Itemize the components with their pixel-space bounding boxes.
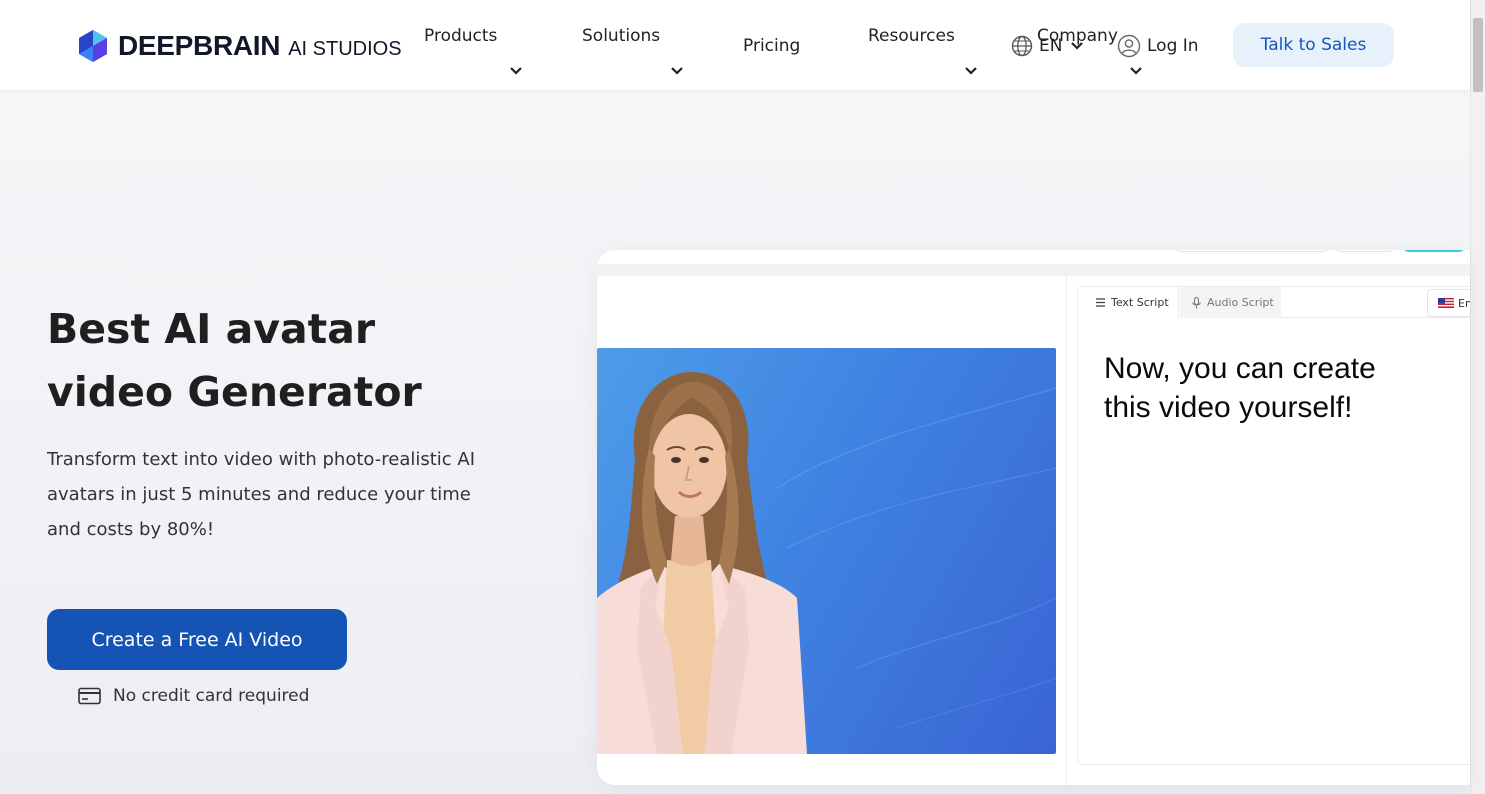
nav-solutions[interactable]: Solutions — [582, 26, 686, 82]
credit-card-icon — [78, 687, 101, 705]
nav-resources[interactable]: Resources — [868, 26, 982, 82]
nav-solutions-label: Solutions — [582, 26, 661, 46]
globe-icon — [1011, 35, 1033, 57]
login-label: Log In — [1147, 36, 1199, 56]
script-language-label: En — [1458, 296, 1470, 310]
talk-to-sales-button[interactable]: Talk to Sales — [1233, 23, 1394, 67]
chevron-down-icon — [964, 66, 978, 76]
avatar-video-preview — [597, 348, 1056, 754]
hero-description-line: and costs by 80%! — [47, 519, 215, 540]
script-text-line: this video yourself! — [1104, 391, 1353, 424]
product-preview: Text Script Audio Script En Now, you can… — [597, 250, 1470, 785]
toolbar-pill — [1335, 250, 1395, 252]
hero-description-line: avatars in just 5 minutes and reduce you… — [47, 484, 471, 505]
chevron-down-icon — [1071, 42, 1084, 50]
hero-title: Best AI avatar video Generator — [47, 298, 547, 424]
no-credit-card-note: No credit card required — [78, 684, 309, 708]
deepbrain-logo-icon — [79, 30, 107, 62]
chevron-down-icon — [509, 66, 523, 76]
nav-products[interactable]: Products — [424, 26, 524, 82]
us-flag-icon — [1438, 298, 1454, 308]
deepbrain-logo[interactable]: DEEPBRAIN AI STUDIOS — [78, 28, 402, 64]
nav-pricing-label: Pricing — [743, 36, 801, 56]
chevron-down-icon — [670, 66, 684, 76]
tab-audio-script-label: Audio Script — [1207, 296, 1274, 309]
language-label: EN — [1039, 36, 1063, 56]
preview-toolbar — [597, 250, 1470, 264]
hero-description-line: Transform text into video with photo-rea… — [47, 449, 476, 470]
hero-description: Transform text into video with photo-rea… — [47, 442, 547, 547]
logo-brand-text: DEEPBRAIN — [118, 30, 281, 61]
toolbar-accent-button — [1403, 250, 1465, 252]
create-free-video-button[interactable]: Create a Free AI Video — [47, 609, 347, 670]
site-header: DEEPBRAIN AI STUDIOS Products Solutions … — [0, 0, 1470, 90]
hero-title-line: Best AI avatar — [47, 305, 376, 353]
script-language-selector[interactable]: En — [1427, 289, 1470, 317]
preview-divider — [1066, 276, 1067, 785]
chevron-down-icon — [1129, 66, 1143, 76]
tabs-underline — [1281, 317, 1470, 318]
nav-products-label: Products — [424, 26, 498, 46]
list-icon — [1096, 298, 1105, 307]
user-icon — [1117, 34, 1141, 58]
preview-band — [597, 264, 1470, 276]
tab-text-script[interactable]: Text Script — [1078, 287, 1179, 318]
nav-resources-label: Resources — [868, 26, 955, 46]
hero-title-line: video Generator — [47, 368, 422, 416]
page-scrollbar[interactable] — [1470, 0, 1485, 794]
language-selector[interactable]: EN — [1011, 34, 1084, 58]
scrollbar-thumb[interactable] — [1473, 18, 1483, 92]
toolbar-pill — [1175, 250, 1329, 252]
script-text[interactable]: Now, you can create this video yourself! — [1104, 349, 1434, 427]
nav-pricing[interactable]: Pricing — [743, 36, 813, 60]
script-text-line: Now, you can create — [1104, 352, 1376, 385]
logo-sub-text: AI STUDIOS — [288, 38, 402, 60]
avatar-illustration — [597, 372, 1056, 754]
tab-audio-script[interactable]: Audio Script — [1180, 287, 1281, 318]
tab-text-script-label: Text Script — [1111, 296, 1169, 309]
microphone-icon — [1192, 296, 1201, 308]
no-credit-card-label: No credit card required — [113, 686, 310, 706]
login-link[interactable]: Log In — [1117, 34, 1199, 58]
script-editor-panel: Text Script Audio Script En Now, you can… — [1077, 286, 1470, 765]
